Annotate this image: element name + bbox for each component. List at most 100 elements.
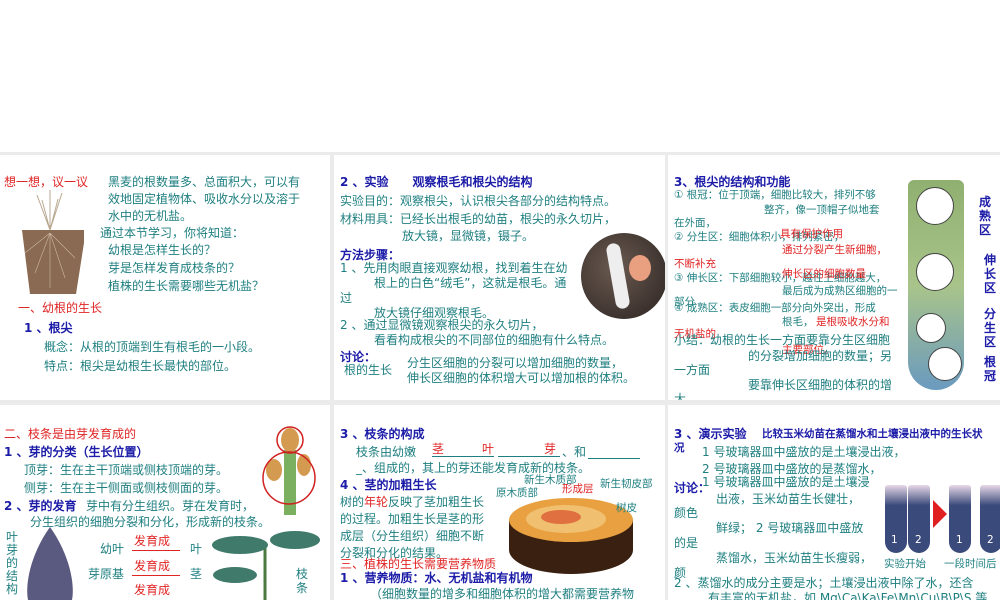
text: 具有保护作用: [780, 228, 843, 240]
label: 芽原基: [88, 567, 125, 581]
arrow: [132, 575, 180, 576]
text: 不断补充: [674, 258, 716, 270]
text: 水中的无机盐。: [108, 209, 193, 223]
text: 大。: [674, 392, 699, 400]
text: 实验目的：观察根尖，认识根尖各部分的结构特点。: [340, 194, 617, 208]
diagram-label: 原木质部: [496, 487, 538, 499]
arrow: [132, 550, 180, 551]
text: 2 、蒸馏水的成分主要是水；土壤浸出液中除了水，还含: [674, 576, 974, 590]
text: 顶芽：生在主干顶端或侧枝顶端的芽。: [24, 463, 229, 477]
heading: 1 、根尖: [24, 321, 73, 335]
text: 分生组织的细胞分裂和分化，形成新的枝条。: [30, 515, 271, 529]
text: 小结：幼根的生长一方面要靠分生区细胞: [674, 333, 891, 347]
label: 幼叶: [100, 542, 125, 556]
slide-6-thumbnail[interactable]: 1 2 1 2 实验开始 一段时间后 3 、演示实验 比较玉米幼苗在蒸馏水和土壤…: [668, 405, 1000, 600]
text: 要靠伸长区细胞的体积的增: [748, 378, 893, 392]
text: ④ 成熟区：表皮细胞一部分向外突出，形成: [674, 302, 876, 314]
text: 概念：从根的顶端到生有根毛的一小段。: [44, 340, 261, 354]
diagram-label: 新生韧皮部: [600, 478, 653, 490]
label: 叶: [190, 542, 203, 556]
heading: 2 、芽的发育: [4, 499, 77, 513]
text: 一方面: [674, 363, 711, 377]
zone-label: 伸长区: [984, 253, 997, 295]
tube-label: 1: [891, 534, 898, 546]
text: 通过本节学习，你将知道：: [100, 226, 245, 240]
zone-label: 根冠: [984, 355, 997, 383]
tube-label: 2: [915, 534, 922, 546]
text: 伸长区的细胞数量: [782, 268, 866, 280]
text: 蒸馏水，玉米幼苗生长瘦弱，: [716, 551, 873, 565]
text: 的过程。加粗生长是茎的形: [340, 512, 485, 526]
text: 特点：根尖是幼根生长最快的部位。: [44, 359, 237, 373]
text: 2 、通过显微镜观察根尖的永久切片，: [340, 318, 544, 332]
heading: 三、植株的生长需要营养物质: [340, 557, 497, 571]
bud-photo: [262, 426, 316, 515]
label: 发育成: [134, 534, 171, 548]
text: 枝条由幼嫩: [356, 445, 417, 459]
label: 发育成: [134, 559, 171, 573]
text: 通过分裂产生新细胞，: [782, 244, 887, 256]
arrow-icon: [933, 500, 947, 528]
text: 整齐，像一顶帽子似地套: [764, 204, 880, 216]
text: 根上的白色“绒毛”，这就是根毛。通: [374, 276, 567, 290]
text: 1 、先用肉眼直接观察幼根，找到着生在幼: [340, 261, 568, 275]
text: 1 号玻璃器皿中盛放的是土壤浸: [702, 475, 870, 489]
text: 放大镜，显微镜，镊子。: [402, 229, 535, 243]
text: 是根吸收水分和: [816, 316, 890, 328]
text: ① 根冠：位于顶端，细胞比较大，排列不够: [674, 189, 876, 201]
cell-circle: [916, 187, 954, 225]
cell-circle: [928, 347, 962, 381]
text: （细胞数量的增多和细胞体积的增大都需要营养物: [370, 587, 635, 600]
text: 有丰富的无机盐，如 Mg\Ca\Ka\Fe\Mn\Cu\B\P\S 等: [708, 591, 988, 600]
text: 最后成为成熟区细胞的一: [782, 285, 898, 297]
cell-circle: [916, 253, 954, 291]
slide-5-thumbnail[interactable]: 3 、枝条的构成 枝条由幼嫩 茎 叶 芽 、和 _、组成的，其上的芽还能发育成新…: [334, 405, 665, 600]
text: 树的: [340, 495, 365, 509]
slide-2-thumbnail[interactable]: 2 、实验 观察根毛和根尖的结构 实验目的：观察根尖，认识根尖各部分的结构特点。…: [334, 155, 665, 400]
text: 1 号玻璃器皿中盛放的是土壤浸出液，: [702, 445, 906, 459]
zone-label: 分生区: [984, 307, 997, 349]
diagram-label: 形成层: [562, 483, 594, 495]
side-label: 叶芽的结构: [6, 530, 19, 596]
slide-4-thumbnail[interactable]: 二、枝条是由芽发育成的 1 、芽的分类（生长位置） 顶芽：生在主干顶端或侧枝顶端…: [0, 405, 330, 600]
slide-3-thumbnail[interactable]: 成熟区 伸长区 分生区 根冠 3、根尖的结构和功能 ① 根冠：位于顶端，细胞比较…: [668, 155, 1000, 400]
text: 伸长区细胞的体积增大可以增加根的体积。: [407, 371, 636, 385]
text: 根毛，: [782, 316, 814, 328]
text: 材料用具：已经长出根毛的幼苗，根尖的永久切片，: [340, 212, 617, 226]
text: 过: [340, 291, 353, 305]
heading: 4 、茎的加粗生长: [340, 478, 437, 492]
slide-title: 3、根尖的结构和功能: [674, 175, 791, 189]
text: 侧芽：生在主干侧面或侧枝侧面的芽。: [24, 481, 229, 495]
slide-title: 2 、实验 观察根毛和根尖的结构: [340, 175, 533, 189]
zone-label: 成熟区: [979, 195, 992, 237]
heading: 讨论：: [340, 350, 377, 364]
rye-pot-image: [22, 190, 84, 294]
text: 分生区细胞的分裂可以增加细胞的数量，: [407, 356, 624, 370]
slide-title: 二、枝条是由芽发育成的: [4, 427, 137, 441]
text: 鲜绿； 2 号玻璃器皿中盛放: [716, 521, 864, 535]
heading: 3 、枝条的构成: [340, 427, 425, 441]
text: 幼根是怎样生长的？: [108, 243, 217, 257]
cell-circle: [916, 313, 946, 343]
slide-title: 想一想，议一议: [4, 175, 89, 189]
heading: 1 、营养物质：水、无机盐和有机物: [340, 571, 533, 585]
text: 2 号玻璃器皿中盛放的是蒸馏水，: [702, 462, 882, 476]
text: 的是: [674, 536, 699, 550]
text: 效地固定植物体、吸收水分以及溶于: [108, 192, 301, 206]
caption: 一段时间后: [944, 558, 997, 570]
blank-line: [588, 458, 640, 459]
text: 颜色: [674, 506, 699, 520]
highlight: 年轮: [364, 495, 389, 509]
label: 枝条: [296, 567, 309, 595]
leaf-bud-diagram: [27, 527, 73, 600]
heading: 一、幼根的生长: [18, 301, 103, 315]
slide-1-thumbnail[interactable]: 想一想，议一议 黑麦的根数量多、总面积大，可以有 效地固定植物体、吸收水分以及溶…: [0, 155, 330, 400]
text: 在外面，: [674, 217, 716, 229]
blank-header: [0, 0, 1000, 152]
heading: 3 、演示实验: [674, 427, 747, 441]
blank-answer: 叶: [482, 442, 495, 456]
text: 成层（分生组织）细胞不断: [340, 529, 485, 543]
tube-label: 1: [956, 534, 963, 546]
text: 、和: [562, 445, 587, 459]
heading: 方法步骤：: [340, 248, 401, 262]
